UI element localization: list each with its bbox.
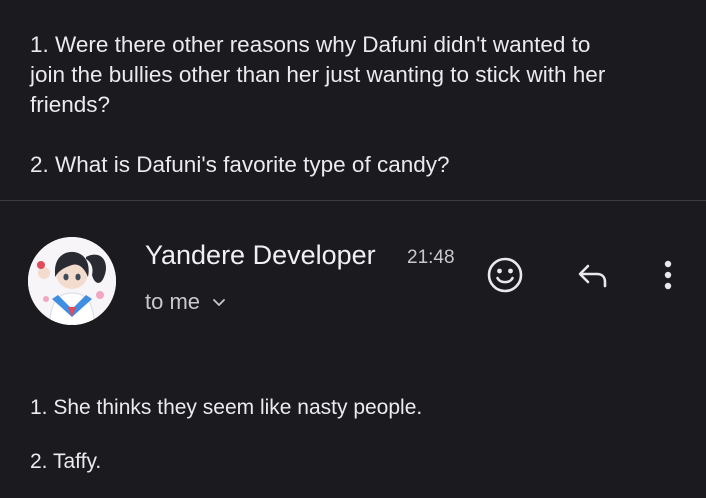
quoted-line: friends? <box>30 92 111 117</box>
sender-name[interactable]: Yandere Developer <box>145 238 376 272</box>
chevron-down-icon <box>213 299 225 306</box>
body-line: 1. She thinks they seem like nasty peopl… <box>30 396 423 419</box>
message-time: 21:48 <box>407 247 455 268</box>
smiley-face-icon <box>487 257 523 293</box>
recipient-label: to me <box>145 289 201 314</box>
body-line: 2. Taffy. <box>30 450 102 473</box>
quoted-line: join the bullies other than her just wan… <box>30 62 606 87</box>
add-reaction-button[interactable] <box>483 253 527 297</box>
recipient-toggle[interactable]: to me <box>145 288 228 316</box>
more-vertical-icon <box>664 260 672 290</box>
quoted-message: 1. Were there other reasons why Dafuni d… <box>30 30 680 180</box>
quoted-line: 1. Were there other reasons why Dafuni d… <box>30 32 591 57</box>
avatar[interactable] <box>28 237 116 325</box>
message-body: 1. She thinks they seem like nasty peopl… <box>30 394 422 476</box>
reply-button[interactable] <box>570 253 614 297</box>
message-divider <box>0 200 706 201</box>
reply-arrow-icon <box>578 264 607 288</box>
email-thread: 1. Were there other reasons why Dafuni d… <box>0 0 706 498</box>
quoted-line: 2. What is Dafuni's favorite type of can… <box>30 152 450 177</box>
avatar-image <box>28 237 116 325</box>
more-options-button[interactable] <box>648 253 688 297</box>
